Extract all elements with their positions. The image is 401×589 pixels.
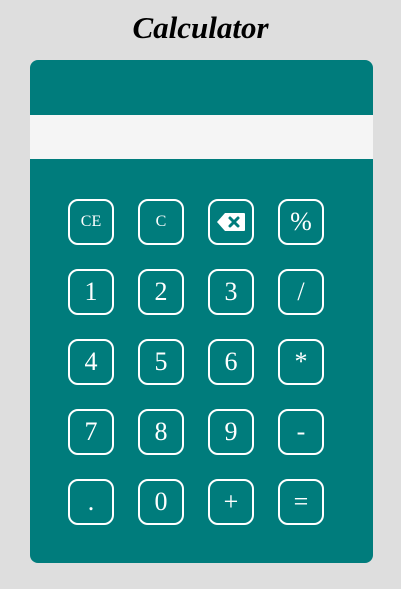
digit-6-button[interactable]: 6	[208, 339, 254, 385]
digit-9-button[interactable]: 9	[208, 409, 254, 455]
keypad: CE C % 1 2 3 / 4 5 6 * 7 8 9 - . 0 + =	[68, 199, 326, 525]
clear-entry-button[interactable]: CE	[68, 199, 114, 245]
add-button[interactable]: +	[208, 479, 254, 525]
digit-3-button[interactable]: 3	[208, 269, 254, 315]
digit-1-button[interactable]: 1	[68, 269, 114, 315]
digit-7-button[interactable]: 7	[68, 409, 114, 455]
page: Calculator CE C % 1 2 3 / 4 5 6 * 7 8 9	[0, 0, 401, 589]
multiply-button[interactable]: *	[278, 339, 324, 385]
decimal-point-button[interactable]: .	[68, 479, 114, 525]
digit-4-button[interactable]: 4	[68, 339, 114, 385]
calculator-panel: CE C % 1 2 3 / 4 5 6 * 7 8 9 - . 0 + =	[30, 60, 373, 563]
divide-button[interactable]: /	[278, 269, 324, 315]
backspace-icon	[217, 213, 245, 231]
digit-2-button[interactable]: 2	[138, 269, 184, 315]
backspace-button[interactable]	[208, 199, 254, 245]
equals-button[interactable]: =	[278, 479, 324, 525]
subtract-button[interactable]: -	[278, 409, 324, 455]
digit-0-button[interactable]: 0	[138, 479, 184, 525]
digit-5-button[interactable]: 5	[138, 339, 184, 385]
clear-button[interactable]: C	[138, 199, 184, 245]
app-title: Calculator	[132, 10, 269, 45]
percent-button[interactable]: %	[278, 199, 324, 245]
digit-8-button[interactable]: 8	[138, 409, 184, 455]
calculator-display	[30, 115, 373, 159]
